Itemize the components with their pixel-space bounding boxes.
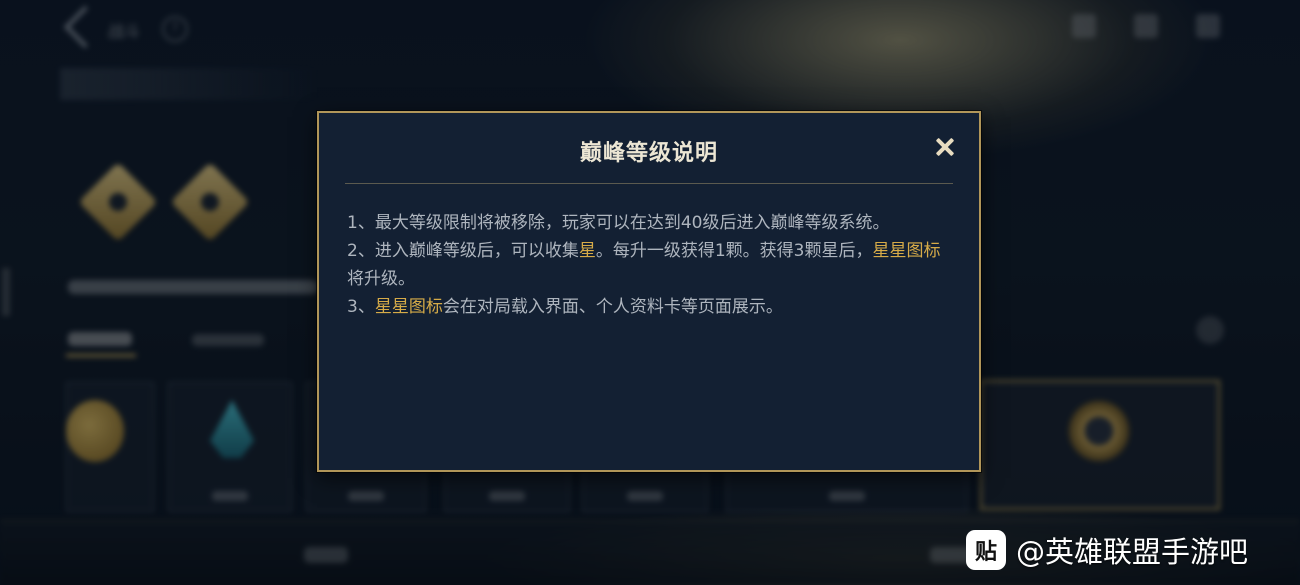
- watermark: 贴 @英雄联盟手游吧: [966, 530, 1248, 570]
- rule-line-1: 1、最大等级限制将被移除，玩家可以在达到40级后进入巅峰等级系统。: [347, 209, 957, 237]
- rule-line-3: 3、星星图标会在对局载入界面、个人资料卡等页面展示。: [347, 293, 957, 321]
- dialog-title: 巅峰等级说明: [579, 141, 718, 166]
- rule-highlight: 星星图标: [374, 297, 443, 317]
- rule-text: 1、最大等级限制将被移除，玩家可以在达到40级后进入巅峰等级系统。: [347, 213, 890, 233]
- rule-highlight: 星: [578, 241, 596, 261]
- tieba-logo-icon: 贴: [966, 530, 1006, 570]
- close-icon[interactable]: [933, 135, 957, 159]
- rule-line-2: 2、进入巅峰等级后，可以收集星。每升一级获得1颗。获得3颗星后，星星图标将升级。: [347, 237, 957, 293]
- rule-text: 。每升一级获得1颗。获得3颗星后，: [595, 241, 873, 261]
- dialog-body: 1、最大等级限制将被移除，玩家可以在达到40级后进入巅峰等级系统。 2、进入巅峰…: [347, 209, 957, 321]
- rule-text: 会在对局载入界面、个人资料卡等页面展示。: [442, 297, 783, 317]
- rule-text: 将升级。: [347, 269, 415, 289]
- dialog-divider: [345, 183, 953, 184]
- watermark-text: @英雄联盟手游吧: [1016, 535, 1249, 569]
- game-screen: 战斗 ? 巅峰等级说明 1、最大等级限制将被移除，玩家可以在达到40级后进入巅峰…: [0, 0, 1300, 585]
- rule-text: 2、进入巅峰等级后，可以收集: [347, 241, 579, 261]
- rule-highlight: 星星图标: [872, 241, 941, 261]
- peak-level-dialog: 巅峰等级说明 1、最大等级限制将被移除，玩家可以在达到40级后进入巅峰等级系统。…: [317, 111, 981, 472]
- rule-text: 3、: [347, 297, 375, 317]
